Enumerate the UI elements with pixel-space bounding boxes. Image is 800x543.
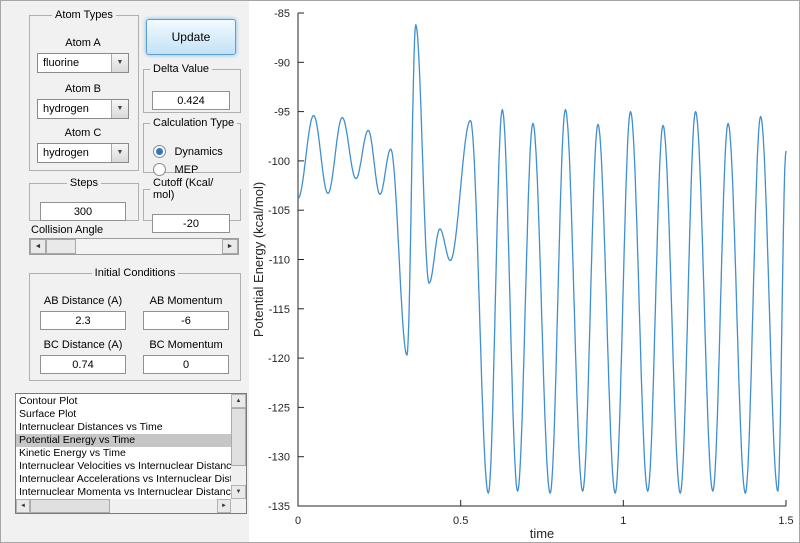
ab-distance-label: AB Distance (A) <box>43 295 123 307</box>
scroll-down-arrow-icon[interactable]: ▼ <box>231 485 246 499</box>
steps-input[interactable] <box>40 202 126 221</box>
svg-text:-125: -125 <box>268 402 290 414</box>
panel-steps-title: Steps <box>69 177 99 189</box>
plot-type-listbox[interactable]: Contour Plot Surface Plot Internuclear D… <box>15 393 247 514</box>
bc-momentum-label: BC Momentum <box>149 339 223 351</box>
panel-initial-conditions: Initial Conditions AB Distance (A) AB Mo… <box>29 267 241 381</box>
collision-angle-slider[interactable]: ◄ ► <box>29 238 239 255</box>
radio-mep[interactable]: MEP <box>153 161 199 177</box>
atom-a-value: fluorine <box>43 57 80 69</box>
ab-distance-input[interactable] <box>40 311 126 330</box>
slider-left-arrow-icon[interactable]: ◄ <box>30 239 46 254</box>
list-item-selected[interactable]: Potential Energy vs Time <box>16 434 231 447</box>
plot-svg: -135 -130 -125 -120 -115 -110 -105 -100 -95 -90 -8… <box>251 8 794 541</box>
svg-text:-100: -100 <box>268 156 290 168</box>
listbox-horizontal-scrollbar[interactable]: ◄ ► <box>16 499 231 513</box>
svg-text:-90: -90 <box>274 57 290 69</box>
atom-a-select[interactable]: fluorine ▼ <box>37 53 129 73</box>
svg-text:0.5: 0.5 <box>453 515 468 527</box>
list-item[interactable]: Internuclear Momenta vs Internuclear Dis… <box>16 486 231 499</box>
chevron-down-icon: ▼ <box>111 54 128 72</box>
list-item[interactable]: Internuclear Distances vs Time <box>16 421 231 434</box>
radio-dynamics[interactable]: Dynamics <box>153 143 223 159</box>
svg-text:Potential Energy (kcal/mol): Potential Energy (kcal/mol) <box>251 182 266 337</box>
listbox-vertical-scrollbar[interactable]: ▲ ▼ <box>231 394 246 499</box>
ab-momentum-label: AB Momentum <box>149 295 223 307</box>
ab-momentum-input[interactable] <box>143 311 229 330</box>
svg-text:-130: -130 <box>268 452 290 464</box>
radio-dynamics-label: Dynamics <box>174 145 223 158</box>
list-item[interactable]: Internuclear Accelerations vs Internucle… <box>16 473 231 486</box>
svg-text:-135: -135 <box>268 501 290 513</box>
panel-atom-types: Atom Types Atom A fluorine ▼ Atom B hydr… <box>29 9 139 171</box>
scroll-right-arrow-icon[interactable]: ► <box>217 499 231 513</box>
svg-text:1.5: 1.5 <box>778 515 793 527</box>
panel-steps: Steps <box>29 177 139 221</box>
radio-mep-label: MEP <box>174 163 199 176</box>
app-window: Atom Types Atom A fluorine ▼ Atom B hydr… <box>0 0 800 543</box>
panel-cutoff: Cutoff (Kcal/ mol) <box>143 177 241 233</box>
list-item[interactable]: Internuclear Velocities vs Internuclear … <box>16 460 231 473</box>
bc-distance-label: BC Distance (A) <box>43 339 123 351</box>
cutoff-input[interactable] <box>152 214 230 233</box>
atom-c-select[interactable]: hydrogen ▼ <box>37 143 129 163</box>
atom-b-label: Atom B <box>64 83 102 95</box>
scrollbar-corner <box>231 499 246 513</box>
chevron-down-icon: ▼ <box>111 100 128 118</box>
atom-c-value: hydrogen <box>43 147 89 159</box>
svg-text:1: 1 <box>620 515 626 527</box>
panel-initial-conditions-title: Initial Conditions <box>94 267 176 279</box>
svg-text:-120: -120 <box>268 353 290 365</box>
list-item[interactable]: Contour Plot <box>16 395 231 408</box>
slider-thumb[interactable] <box>46 239 76 254</box>
scroll-up-arrow-icon[interactable]: ▲ <box>231 394 246 408</box>
bc-distance-input[interactable] <box>40 355 126 374</box>
svg-text:-85: -85 <box>274 8 290 20</box>
svg-text:time: time <box>530 526 555 541</box>
atom-b-select[interactable]: hydrogen ▼ <box>37 99 129 119</box>
panel-delta-value-title: Delta Value <box>153 63 210 75</box>
panel-calculation-type: Calculation Type Dynamics MEP <box>143 117 241 177</box>
plot-type-list-rows: Contour Plot Surface Plot Internuclear D… <box>16 395 231 499</box>
horizontal-scroll-thumb[interactable] <box>30 499 110 513</box>
update-button[interactable]: Update <box>146 19 236 55</box>
atom-a-label: Atom A <box>65 37 101 49</box>
svg-text:-115: -115 <box>269 304 290 316</box>
slider-right-arrow-icon[interactable]: ► <box>222 239 238 254</box>
panel-delta-value: Delta Value <box>143 63 241 113</box>
delta-value-input[interactable] <box>152 91 230 110</box>
panel-calculation-type-title: Calculation Type <box>153 117 235 129</box>
atom-b-value: hydrogen <box>43 103 89 115</box>
radio-selected-icon <box>153 145 166 159</box>
list-item[interactable]: Kinetic Energy vs Time <box>16 447 231 460</box>
svg-text:-105: -105 <box>268 205 290 217</box>
list-item[interactable]: Surface Plot <box>16 408 231 421</box>
svg-text:0: 0 <box>295 515 301 527</box>
chevron-down-icon: ▼ <box>111 144 128 162</box>
panel-atom-types-title: Atom Types <box>55 9 113 21</box>
vertical-scroll-thumb[interactable] <box>231 408 246 466</box>
radio-unselected-icon <box>153 163 166 177</box>
scroll-left-arrow-icon[interactable]: ◄ <box>16 499 30 513</box>
plot-region: -135 -130 -125 -120 -115 -110 -105 -100 -95 -90 -8… <box>249 1 799 542</box>
collision-angle-label: Collision Angle <box>31 224 104 236</box>
svg-text:-95: -95 <box>274 107 290 119</box>
atom-c-label: Atom C <box>64 127 102 139</box>
svg-text:-110: -110 <box>269 255 290 267</box>
bc-momentum-input[interactable] <box>143 355 229 374</box>
panel-cutoff-title: Cutoff (Kcal/ mol) <box>153 177 214 201</box>
